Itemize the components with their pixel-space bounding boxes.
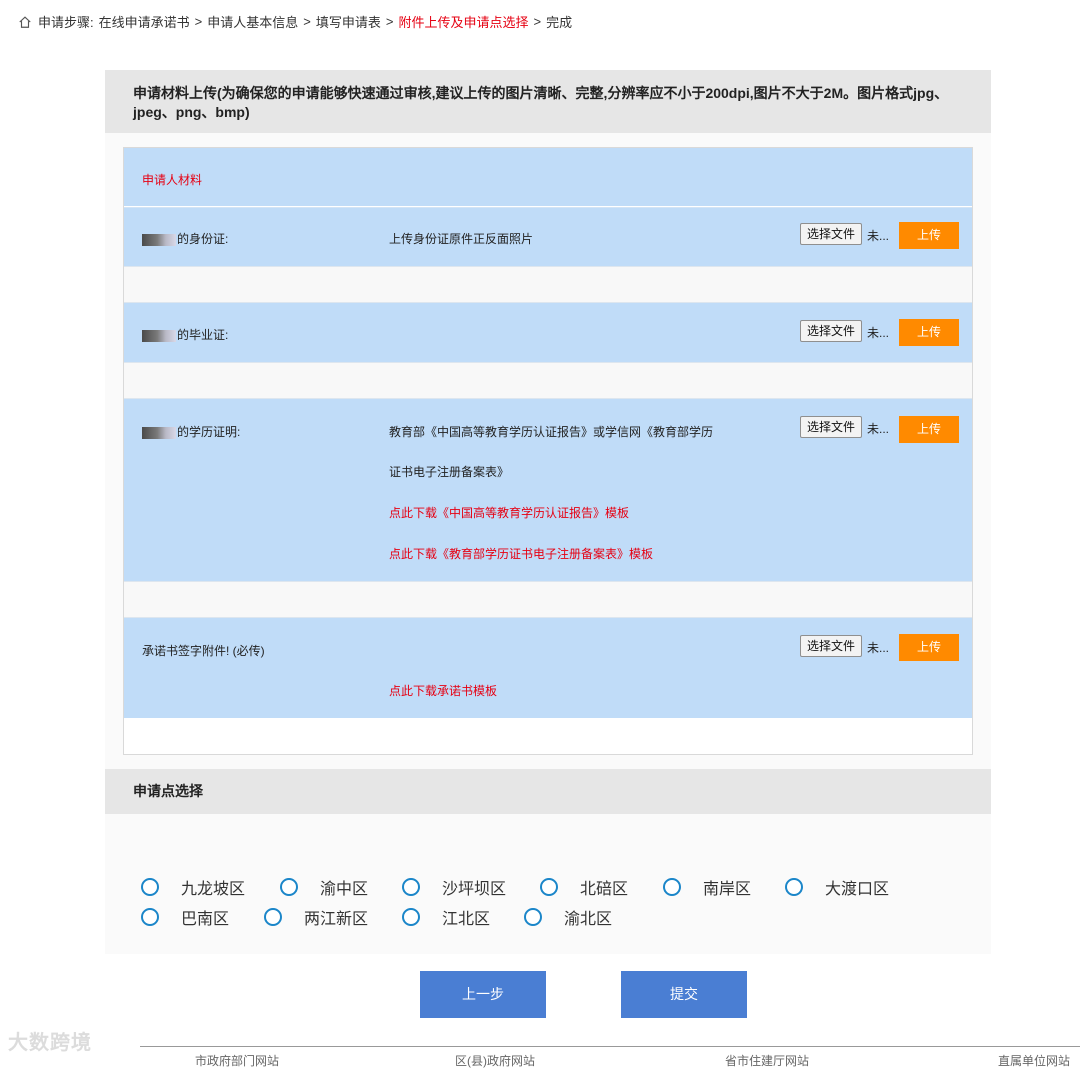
breadcrumb-separator: > — [385, 14, 394, 29]
radio-circle-icon — [264, 908, 282, 926]
footer-divider — [140, 1046, 1080, 1047]
previous-step-button[interactable]: 上一步 — [420, 971, 546, 1018]
radio-option[interactable]: 九龙坡区 — [141, 875, 245, 899]
radio-label: 巴南区 — [181, 911, 230, 928]
upload-row-description: 上传身份证原件正反面照片 — [389, 232, 534, 246]
radio-option[interactable]: 大渡口区 — [785, 875, 889, 899]
upload-button[interactable]: 上传 — [899, 416, 959, 443]
radio-option[interactable]: 沙坪坝区 — [402, 875, 506, 899]
radio-circle-icon — [141, 908, 159, 926]
choose-file-button[interactable]: 选择文件 — [800, 635, 863, 657]
radio-option[interactable]: 渝中区 — [280, 875, 368, 899]
breadcrumb-separator: > — [533, 14, 542, 29]
id-card-label: 的身份证: — [177, 232, 229, 246]
row-spacer — [124, 362, 972, 399]
breadcrumb-step: 完成 — [546, 15, 573, 30]
radio-option[interactable]: 北碚区 — [540, 875, 628, 899]
commitment-label: 承诺书签字附件! (必传) — [142, 644, 265, 658]
radio-circle-icon — [402, 878, 420, 896]
radio-label: 北碚区 — [580, 881, 629, 898]
footer-link[interactable]: 直属单位网站 — [998, 1052, 1070, 1069]
radio-circle-icon — [141, 878, 159, 896]
radio-label: 渝北区 — [564, 911, 613, 928]
no-file-chosen-text: 未... — [867, 229, 890, 243]
radio-option[interactable]: 江北区 — [402, 905, 490, 929]
radio-label: 江北区 — [442, 911, 491, 928]
radio-circle-icon — [280, 878, 298, 896]
choose-file-button[interactable]: 选择文件 — [800, 223, 863, 245]
radio-label: 大渡口区 — [825, 881, 890, 898]
radio-option[interactable]: 巴南区 — [141, 905, 229, 929]
radio-option[interactable]: 两江新区 — [264, 905, 368, 929]
footer-link[interactable]: 区(县)政府网站 — [455, 1052, 535, 1069]
download-report-template-link[interactable]: 点此下载《中国高等教育学历认证报告》模板 — [389, 504, 629, 521]
home-icon — [19, 15, 31, 28]
breadcrumb-step: 填写申请表 — [315, 15, 381, 30]
upload-row-label: 的身份证: — [142, 230, 228, 247]
download-record-form-template-link[interactable]: 点此下载《教育部学历证书电子注册备案表》模板 — [389, 545, 653, 562]
upload-button[interactable]: 上传 — [899, 222, 959, 249]
no-file-chosen-text: 未... — [867, 326, 890, 340]
redacted-name — [142, 329, 176, 342]
radio-label: 两江新区 — [304, 911, 369, 928]
row-spacer — [124, 266, 972, 303]
radio-circle-icon — [540, 878, 558, 896]
diploma-label: 的毕业证: — [177, 328, 229, 342]
radio-label: 南岸区 — [703, 881, 752, 898]
radio-label: 渝中区 — [320, 881, 369, 898]
education-proof-label: 的学历证明: — [177, 425, 241, 439]
radio-label: 九龙坡区 — [181, 881, 246, 898]
no-file-chosen-text: 未... — [867, 422, 890, 436]
breadcrumb-separator: > — [194, 14, 203, 29]
footer-link[interactable]: 省市住建厅网站 — [725, 1052, 809, 1069]
upload-row-commitment: 承诺书签字附件! (必传) 点此下载承诺书模板 — [124, 618, 972, 718]
choose-file-button[interactable]: 选择文件 — [800, 416, 863, 438]
upload-row-description: 教育部《中国高等教育学历认证报告》或学信网《教育部学历 — [389, 425, 714, 439]
radio-option[interactable]: 渝北区 — [524, 905, 612, 929]
footer-link[interactable]: 市政府部门网站 — [195, 1052, 279, 1069]
breadcrumb-step: 申请人基本信息 — [207, 15, 299, 30]
radio-option[interactable]: 南岸区 — [663, 875, 751, 899]
row-spacer — [124, 581, 972, 618]
breadcrumb-separator: > — [303, 14, 311, 29]
radio-circle-icon — [402, 908, 420, 926]
upload-row-label: 的毕业证: — [142, 326, 228, 343]
upload-section-header: 申请材料上传(为确保您的申请能够快速通过审核,建议上传的图片清晰、完整,分辨率应… — [105, 70, 991, 133]
radio-circle-icon — [785, 878, 803, 896]
no-file-chosen-text: 未... — [867, 641, 890, 655]
upload-button[interactable]: 上传 — [899, 634, 959, 661]
choose-file-button[interactable]: 选择文件 — [800, 320, 863, 342]
submit-button[interactable]: 提交 — [621, 971, 747, 1018]
upload-row-description: 证书电子注册备案表》 — [389, 465, 510, 479]
applicant-materials-group: 申请人材料 — [124, 148, 972, 206]
radio-label: 沙坪坝区 — [442, 881, 507, 898]
breadcrumb-step-active: 附件上传及申请点选择 — [398, 15, 529, 30]
download-commitment-template-link[interactable]: 点此下载承诺书模板 — [389, 682, 497, 699]
radio-circle-icon — [663, 878, 681, 896]
watermark-logo: 大数跨境 — [8, 1032, 92, 1054]
redacted-name — [142, 233, 176, 246]
breadcrumb-step: 在线申请承诺书 — [98, 15, 190, 30]
point-selection-header: 申请点选择 — [105, 769, 991, 814]
upload-row-label: 的学历证明: — [142, 423, 240, 440]
group-title: 申请人材料 — [142, 173, 203, 187]
breadcrumb-prefix: 申请步骤: — [38, 15, 94, 30]
redacted-name — [142, 426, 176, 439]
breadcrumb: 申请步骤: 在线申请承诺书 > 申请人基本信息 > 填写申请表 > 附件上传及申… — [18, 12, 572, 31]
upload-button[interactable]: 上传 — [899, 319, 959, 346]
radio-circle-icon — [524, 908, 542, 926]
